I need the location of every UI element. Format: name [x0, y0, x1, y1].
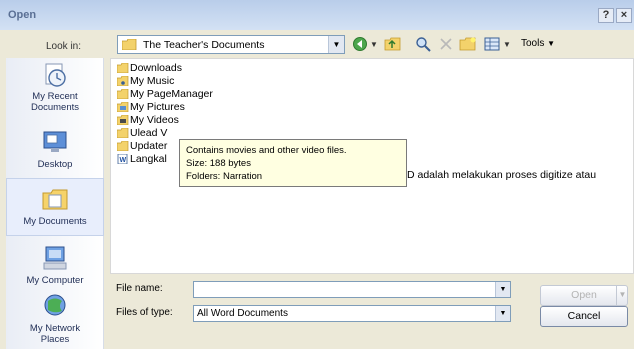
tooltip-description: Contains movies and other video files. — [186, 145, 347, 156]
file-name: My Videos — [130, 114, 179, 126]
file-name: My Pictures — [130, 101, 185, 113]
network-places-icon — [44, 294, 66, 316]
tools-label: Tools — [521, 38, 545, 49]
music-folder-icon — [117, 76, 129, 86]
file-name: Ulead V — [130, 127, 168, 139]
place-label: My Recent Documents — [30, 91, 80, 113]
close-button[interactable]: × — [616, 8, 632, 23]
chevron-down-icon[interactable]: ▼ — [495, 282, 510, 297]
search-web-icon[interactable] — [415, 36, 431, 52]
open-button[interactable]: Open — [540, 285, 628, 306]
word-document-icon: W — [117, 154, 128, 164]
file-name-field[interactable]: ▼ — [193, 281, 511, 298]
my-documents-icon — [42, 189, 68, 210]
file-type-value: All Word Documents — [197, 308, 288, 319]
delete-icon[interactable] — [439, 36, 453, 52]
place-my-recent-documents[interactable]: My Recent Documents — [6, 60, 104, 113]
file-name: My PageManager — [130, 88, 213, 100]
place-my-documents[interactable]: My Documents — [6, 178, 104, 236]
file-name-label: File name: — [116, 283, 163, 294]
window-title: Open — [8, 9, 37, 21]
file-name: Langkal — [130, 153, 167, 165]
folder-icon — [117, 141, 129, 151]
up-one-level-icon[interactable] — [384, 36, 402, 52]
title-bar: Open ? × — [0, 0, 634, 30]
file-type-label: Files of type: — [116, 307, 173, 318]
place-desktop[interactable]: Desktop — [6, 128, 104, 170]
my-computer-icon — [43, 246, 67, 270]
tooltip-size: Size: 188 bytes — [186, 158, 251, 169]
cancel-button[interactable]: Cancel — [540, 306, 628, 327]
svg-text:▼: ▼ — [370, 40, 378, 49]
file-name: Updater — [130, 140, 168, 152]
places-bar: My Recent Documents Desktop My Documents… — [6, 58, 104, 349]
new-folder-icon[interactable] — [459, 36, 477, 52]
chevron-down-icon[interactable]: ▼ — [328, 36, 344, 53]
file-name: My Music — [130, 75, 175, 87]
open-options-chevron-icon[interactable]: ▼ — [616, 285, 628, 306]
chevron-down-icon: ▼ — [547, 39, 556, 48]
place-my-network-places[interactable]: My Network Places — [6, 292, 104, 345]
svg-text:▼: ▼ — [503, 40, 511, 49]
folder-tooltip: Contains movies and other video files. S… — [179, 139, 407, 187]
file-name: Downloads — [130, 62, 182, 74]
place-label: My Documents — [23, 216, 87, 227]
look-in-label: Look in: — [46, 41, 82, 52]
tools-menu[interactable]: Tools ▼ — [521, 38, 555, 54]
folder-icon — [117, 89, 129, 99]
pictures-folder-icon — [117, 102, 129, 112]
place-label: My Network Places — [29, 323, 81, 345]
file-name-continuation: D adalah melakukan proses digitize atau — [407, 169, 597, 181]
back-icon[interactable]: ▼ — [352, 36, 378, 52]
folder-icon — [122, 39, 137, 50]
views-icon[interactable]: ▼ — [484, 36, 512, 52]
desktop-icon — [43, 131, 67, 152]
place-label: My Computer — [26, 275, 84, 286]
videos-folder-icon — [117, 115, 129, 125]
file-type-select[interactable]: All Word Documents ▼ — [193, 305, 511, 322]
look-in-dropdown[interactable]: The Teacher's Documents ▼ — [117, 35, 345, 54]
place-label: Desktop — [37, 159, 73, 170]
folder-icon — [117, 128, 129, 138]
folder-icon — [117, 63, 129, 73]
recent-documents-icon — [45, 63, 66, 87]
help-button[interactable]: ? — [598, 8, 614, 23]
look-in-value: The Teacher's Documents — [143, 39, 265, 51]
tooltip-folders: Folders: Narration — [186, 171, 263, 182]
svg-text:W: W — [120, 157, 127, 164]
place-my-computer[interactable]: My Computer — [6, 244, 104, 286]
chevron-down-icon[interactable]: ▼ — [495, 306, 510, 321]
